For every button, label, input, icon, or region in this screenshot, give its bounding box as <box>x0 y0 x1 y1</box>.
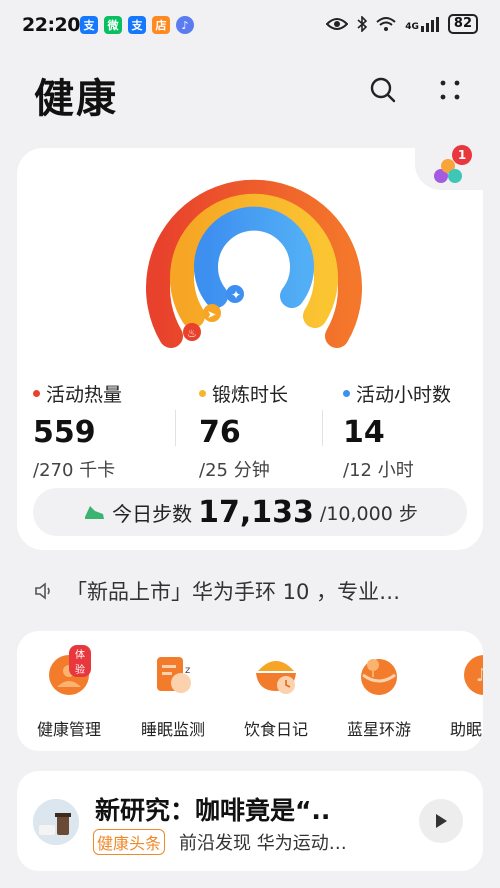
corner-widget[interactable]: 1 <box>415 145 483 190</box>
calories-value: 559 <box>33 415 96 450</box>
calories-label: 活动热量 <box>46 384 123 406</box>
status-bar: 22:20 支 微 支 店 ♪ 4G 82 <box>0 0 500 52</box>
alipay-icon: 支 <box>128 16 146 34</box>
bluetooth-icon <box>357 16 368 32</box>
shortcut-label: 蓝星环游 <box>346 720 411 739</box>
exercise-goal: /25 分钟 <box>199 460 270 481</box>
exercise-label: 锻炼时长 <box>212 384 289 406</box>
news-card[interactable]: 新研究：咖啡竟是“.. 健康头条 前沿发现 华为运动… <box>17 771 483 871</box>
active-hours-stat[interactable]: 活动小时数 14 /12 小时 <box>343 380 451 482</box>
divider <box>322 410 323 446</box>
divider <box>175 410 176 446</box>
activity-card[interactable]: 1 ✦ ➤ ♨ 活动热量 559 /270 千卡 锻炼时长 76 /25 分钟 … <box>17 145 483 550</box>
exercise-stat[interactable]: 锻炼时长 76 /25 分钟 <box>199 380 288 482</box>
active-hours-label: 活动小时数 <box>356 384 452 406</box>
calories-goal: /270 千卡 <box>33 460 116 481</box>
steps-pill[interactable]: 今日步数 17,133 /10,000 步 <box>33 488 467 536</box>
active-hours-dot <box>343 390 350 397</box>
shortcut-label: 饮食日记 <box>243 720 308 739</box>
shoe-icon <box>85 506 105 519</box>
calories-dot <box>33 390 40 397</box>
news-title: 新研究：咖啡竟是“.. <box>95 796 331 825</box>
play-icon <box>436 814 447 828</box>
play-button[interactable] <box>419 799 463 843</box>
announcement-text: 「新品上市」华为手环 10 ，专业… <box>66 580 401 604</box>
diet-diary-icon <box>254 653 298 697</box>
notification-icons: 支 微 支 店 ♪ <box>80 16 194 34</box>
eye-icon <box>326 18 349 30</box>
system-status: 4G 82 <box>326 14 478 34</box>
shortcut-blue-planet-tour[interactable]: 蓝星环游 <box>339 653 419 740</box>
blue-planet-tour-icon <box>357 653 401 697</box>
shortcut-diet-diary[interactable]: 饮食日记 <box>236 653 316 740</box>
run-icon: ➤ <box>207 308 216 321</box>
news-thumbnail <box>33 799 79 845</box>
notification-badge: 1 <box>452 145 472 165</box>
shortcut-sleep-monitor[interactable]: z 睡眠监测 <box>133 653 213 740</box>
shortcut-label: 睡眠监测 <box>140 720 205 739</box>
more-dots-icon <box>440 80 460 100</box>
news-subtitle: 前沿发现 华为运动… <box>179 833 347 854</box>
health-management-icon: 体验 <box>47 645 91 697</box>
page-title: 健康 <box>34 76 118 122</box>
exercise-value: 76 <box>199 415 241 450</box>
shortcut-health-management[interactable]: 体验 健康管理 <box>29 645 109 740</box>
search-button[interactable] <box>367 74 399 106</box>
alipay-icon: 支 <box>80 16 98 34</box>
music-icon: ♪ <box>176 16 194 34</box>
calories-stat[interactable]: 活动热量 559 /270 千卡 <box>33 380 122 482</box>
exercise-dot <box>199 390 206 397</box>
svg-text:♪: ♪ <box>476 665 483 686</box>
speaker-icon <box>35 582 50 600</box>
more-button[interactable] <box>434 74 466 106</box>
steps-label: 今日步数 <box>112 501 193 526</box>
shortcut-row: 体验 健康管理 z 睡眠监测 饮食日记 蓝星环游 ♪ 助眠 <box>17 631 483 751</box>
experience-badge: 体验 <box>69 645 91 677</box>
shortcut-label: 助眠 <box>450 720 483 739</box>
steps-value: 17,133 <box>198 494 314 530</box>
svg-text:z: z <box>185 665 190 676</box>
activity-rings: ✦ ➤ ♨ <box>146 179 362 348</box>
news-tag: 健康头条 <box>93 829 166 855</box>
stand-icon: ✦ <box>231 288 241 302</box>
shortcut-label: 健康管理 <box>36 720 101 739</box>
wifi-icon <box>376 17 396 31</box>
flame-icon: ♨ <box>187 327 197 340</box>
active-hours-goal: /12 小时 <box>343 460 414 481</box>
wechat-icon: 微 <box>104 16 122 34</box>
battery-indicator: 82 <box>447 14 478 34</box>
steps-goal: /10,000 步 <box>319 502 418 525</box>
announcement-bar[interactable]: 「新品上市」华为手环 10 ，专业… <box>34 576 474 606</box>
sleep-monitor-icon: z <box>151 653 195 697</box>
status-time: 22:20 <box>22 14 80 36</box>
active-hours-ring <box>194 206 314 308</box>
network-type: 4G <box>405 21 419 32</box>
signal-icon: 4G <box>405 16 439 32</box>
search-icon <box>370 77 396 103</box>
shortcut-sleep-aid[interactable]: ♪ 助眠 <box>442 653 483 740</box>
active-hours-value: 14 <box>343 415 385 450</box>
shopping-icon: 店 <box>152 16 170 34</box>
sleep-aid-icon: ♪ <box>462 653 483 697</box>
